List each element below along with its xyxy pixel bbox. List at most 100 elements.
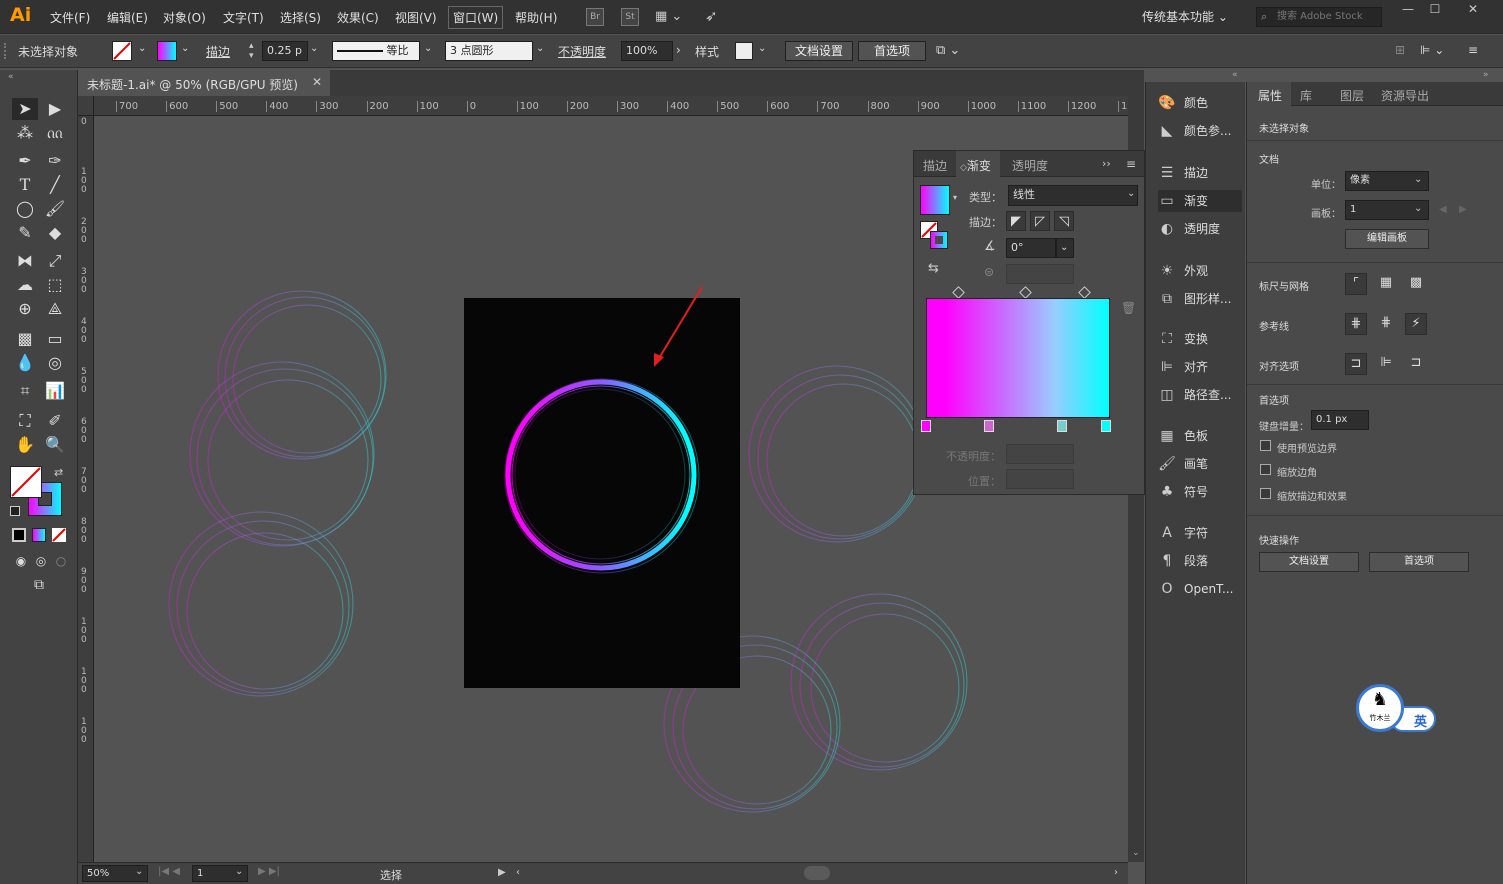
column-graph-tool-icon[interactable]: 📊 [42,380,68,402]
stock-search-input[interactable]: 搜索 Adobe Stock [1256,7,1382,27]
mesh-tool-icon[interactable]: ▩ [12,328,38,350]
panel-color-guide[interactable]: ◣ 颜色参... [1158,120,1246,142]
panel-swatches[interactable]: ▦ 色板 [1158,425,1246,447]
stroke-gradient-swatch[interactable] [157,41,177,61]
align-icon[interactable]: ⊞ [1395,43,1405,57]
preferences-button[interactable]: 首选项 [858,41,926,61]
stroke-along-icon[interactable]: ◸ [1030,211,1050,231]
collapse-dock-icon[interactable]: » [1483,70,1489,80]
panel-transform[interactable]: ⛶ 变换 [1158,328,1246,350]
midpoint-marker[interactable] [952,286,965,299]
ellipse-tool-icon[interactable]: ◯ [12,198,38,220]
gradient-angle-input[interactable]: 0° [1006,238,1056,258]
last-artboard-icon[interactable]: ▶ ▶| [258,866,280,877]
chevron-down-icon[interactable]: ⌄ [310,43,318,54]
ruler-origin[interactable] [78,96,94,116]
tab-transparency[interactable]: 透明度 [1012,157,1048,174]
shape-builder-tool-icon[interactable]: ⊕ [12,298,38,320]
artboard-tool-icon[interactable]: ⛶ [12,410,38,432]
horizontal-scroll-thumb[interactable] [804,866,830,880]
scroll-left-icon[interactable]: ‹ [516,867,520,878]
blend-tool-icon[interactable]: ◎ [42,352,68,374]
lock-guides-icon[interactable]: ⋕ [1375,313,1397,335]
gradient-mode-icon[interactable] [32,528,46,542]
panel-align[interactable]: ⊫ 对齐 [1158,356,1246,378]
symbol-sprayer-tool-icon[interactable]: ⌗ [12,380,38,402]
snap-to-grid-icon[interactable]: ⊫ [1375,353,1397,375]
direct-selection-tool-icon[interactable]: ▶ [42,98,68,120]
panel-brushes[interactable]: 🖌 画笔 [1158,453,1246,475]
reflect-tool-icon[interactable]: ⧓ [12,250,38,272]
color-stop[interactable] [984,420,994,432]
arrange-documents-icon[interactable]: ▦ ⌄ [655,9,682,24]
type-tool-icon[interactable]: T [12,174,38,196]
quick-preferences-button[interactable]: 首选项 [1369,552,1469,572]
menu-type[interactable]: 文字(T) [223,9,264,26]
gpu-rocket-icon[interactable]: ➶ [705,7,718,25]
chevron-down-icon[interactable]: ⌄ [1056,238,1074,258]
menu-help[interactable]: 帮助(H) [515,9,557,26]
panel-opentype[interactable]: O OpenT... [1158,578,1246,600]
menu-edit[interactable]: 编辑(E) [107,9,148,26]
zoom-tool-icon[interactable]: 🔍 [42,434,68,456]
panel-appearance[interactable]: ☀ 外观 [1158,260,1246,282]
panel-pathfinder[interactable]: ◫ 路径查... [1158,384,1246,406]
line-tool-icon[interactable]: ╱ [42,174,68,196]
vertical-ruler[interactable]: 0 1 0 0 2 0 0 3 0 0 4 0 0 5 0 0 6 0 0 7 0 0 8 0 … [78,116,94,862]
hand-tool-icon[interactable]: ✋ [12,434,38,456]
menu-file[interactable]: 文件(F) [50,9,90,26]
fill-color-box[interactable] [10,466,42,498]
midpoint-marker[interactable] [1019,286,1032,299]
gradient-preview-swatch[interactable] [920,185,950,215]
pen-tool-icon[interactable]: ✒ [12,150,38,172]
color-stop[interactable] [1101,420,1111,432]
brush-definition-select[interactable]: 3 点圆形 [445,41,533,61]
panel-menu-icon[interactable]: ≡ [1126,157,1136,171]
gradient-tool-icon[interactable]: ▭ [42,328,68,350]
status-menu-icon[interactable]: ▶ [498,867,506,878]
panel-symbols[interactable]: ♣ 符号 [1158,481,1246,503]
warp-tool-icon[interactable]: ☁ [12,274,38,296]
perspective-grid-tool-icon[interactable]: ⟁ [42,298,68,320]
panel-transparency[interactable]: ◐ 透明度 [1158,218,1246,240]
stroke-across-icon[interactable]: ◹ [1054,211,1074,231]
panel-color[interactable]: 🎨 颜色 [1158,92,1246,114]
curvature-tool-icon[interactable]: ✑ [42,150,68,172]
scale-strokes-checkbox[interactable] [1260,488,1271,499]
scroll-right-icon[interactable]: › [1114,867,1118,878]
collapse-toolbar-icon[interactable]: « [8,72,14,82]
keyboard-increment-input[interactable]: 0.1 px [1311,410,1369,430]
previous-artboard-icon[interactable]: ◀ [1439,204,1447,215]
next-artboard-icon[interactable]: ▶ [1459,204,1467,215]
transparency-grid-icon[interactable]: ▩ [1405,273,1427,295]
menu-effect[interactable]: 效果(C) [337,9,379,26]
grid-icon[interactable]: ▦ [1375,273,1397,295]
magic-wand-tool-icon[interactable]: ⁂ [12,122,38,144]
screen-mode-icon[interactable]: ⧉ [26,574,52,596]
stroke-within-icon[interactable]: ◤ [1006,211,1026,231]
free-transform-tool-icon[interactable]: ⬚ [42,274,68,296]
tab-stroke[interactable]: 描边 [923,157,947,174]
stepper-icon[interactable]: ▴ ▾ [249,41,261,61]
transform-icon[interactable]: ⧉ ⌄ [936,43,960,58]
color-mode-icon[interactable] [12,528,26,542]
chevron-down-icon[interactable]: ⌄ [424,43,432,54]
default-colors-icon[interactable] [10,506,20,516]
chevron-down-icon[interactable]: ⌄ [758,43,766,54]
expand-dock-icon[interactable]: « [1232,70,1238,80]
chevron-right-icon[interactable]: › [676,43,681,57]
scale-corners-checkbox[interactable] [1260,464,1271,475]
swap-colors-icon[interactable]: ⇄ [54,466,63,479]
opacity-input[interactable]: 100% [621,41,673,61]
smart-guides-icon[interactable]: ⚡ [1405,313,1427,335]
panel-graphic-styles[interactable]: ⧉ 图形样... [1158,288,1246,310]
lasso-tool-icon[interactable]: ᦶ [42,122,68,144]
menu-view[interactable]: 视图(V) [395,9,437,26]
panel-gradient[interactable]: ▭ 渐变 [1158,190,1242,212]
panel-paragraph[interactable]: ¶ 段落 [1158,550,1246,572]
stroke-label[interactable]: 描边 [206,43,230,60]
close-tab-icon[interactable]: ✕ [312,75,322,89]
edit-artboards-button[interactable]: 编辑画板 [1345,229,1429,249]
document-setup-button[interactable]: 文档设置 [785,41,853,61]
first-artboard-icon[interactable]: |◀ ◀ [158,866,180,877]
